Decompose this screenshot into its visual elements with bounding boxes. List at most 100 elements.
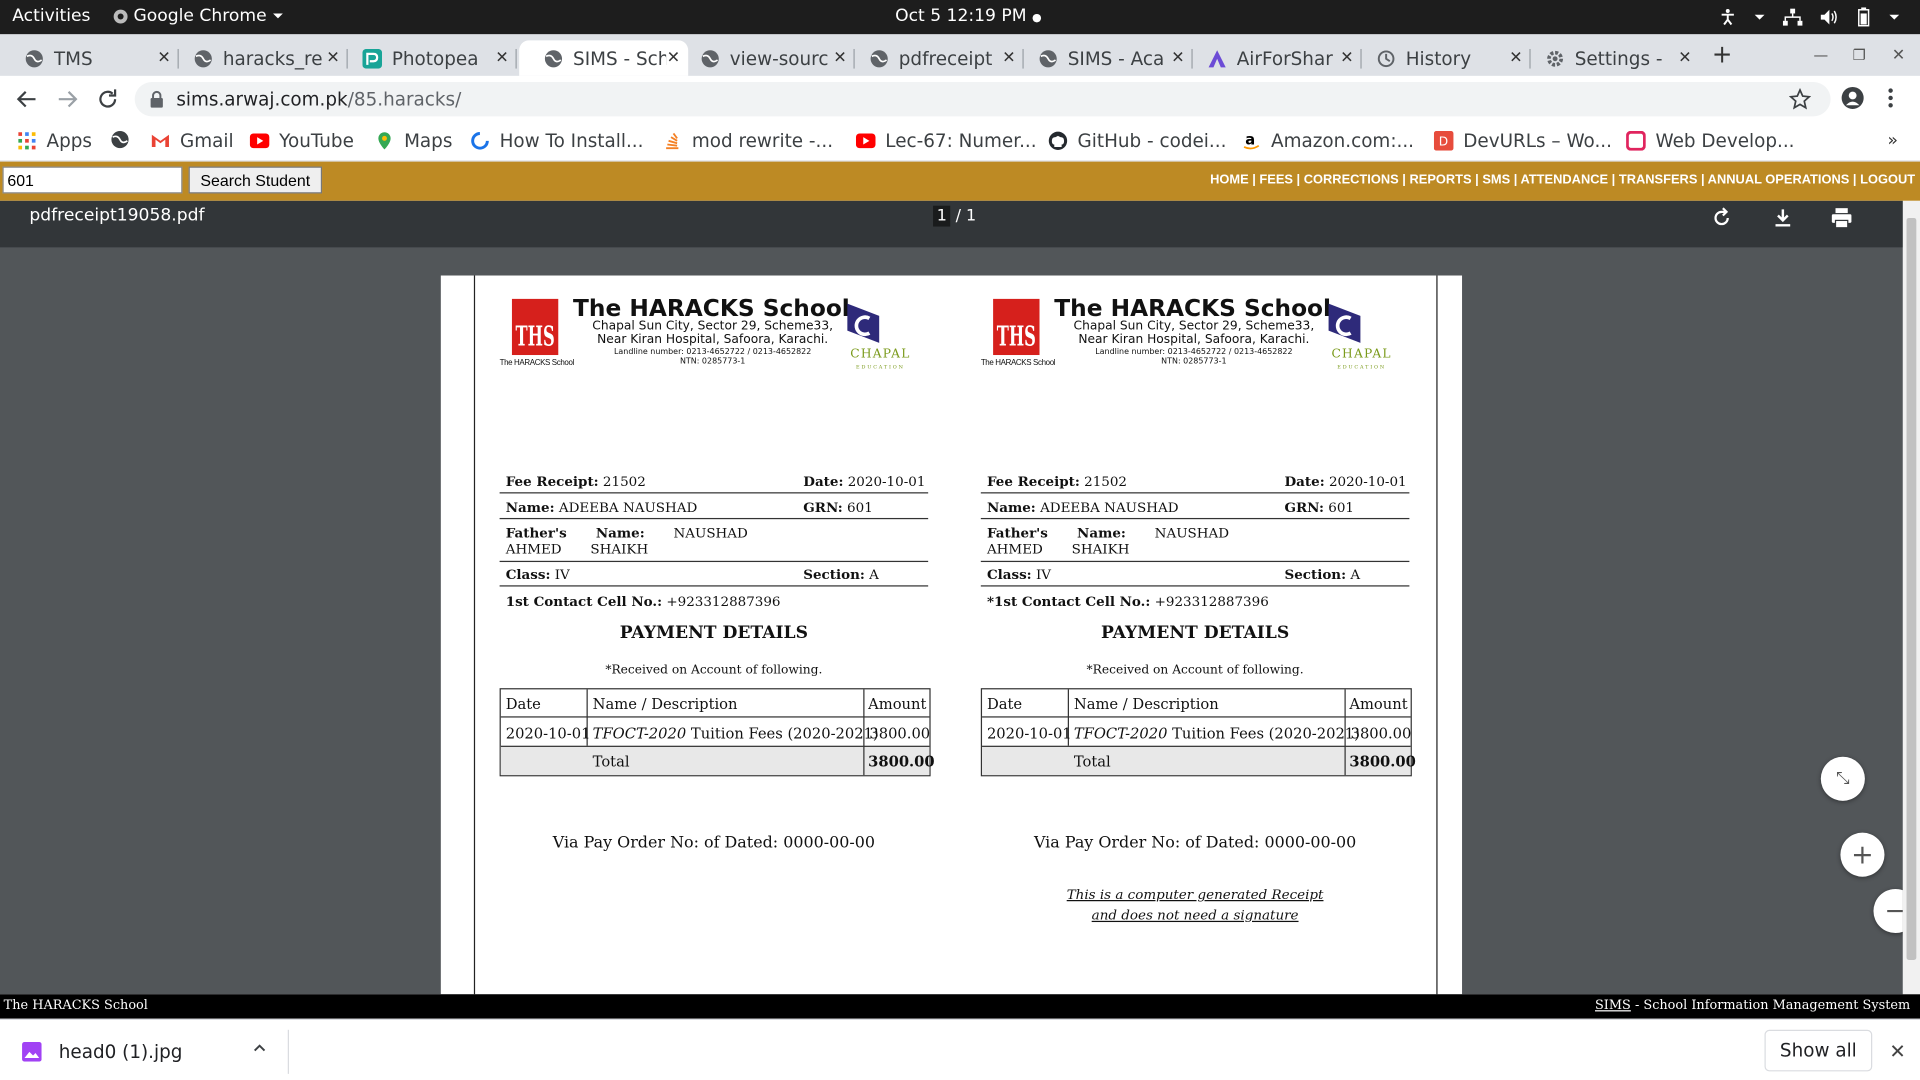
- field-label: Fee Receipt:: [505, 473, 599, 490]
- minimize-button[interactable]: —: [1813, 47, 1828, 64]
- school-contact: Landline number: 0213-4652722 / 0213-465…: [1052, 347, 1336, 367]
- download-item[interactable]: head0 (1).jpg: [22, 1041, 182, 1063]
- close-tab-icon[interactable]: ✕: [495, 49, 510, 67]
- tab-sims-school[interactable]: SIMS - Sch ✕: [519, 40, 689, 76]
- total-amount: 3800.00: [1349, 753, 1416, 771]
- tab-history[interactable]: History ✕: [1352, 40, 1531, 76]
- field-label: Date:: [803, 473, 844, 490]
- total-label: Total: [592, 753, 630, 771]
- amazon-icon: a: [1243, 131, 1260, 150]
- activities-button[interactable]: Activities: [12, 6, 90, 26]
- back-arrow-icon[interactable]: [15, 87, 39, 111]
- table-line: [500, 745, 930, 747]
- bookmark-gmail[interactable]: Gmail: [151, 130, 234, 152]
- apps-grid-icon: [18, 132, 36, 150]
- system-tray[interactable]: [1719, 7, 1900, 27]
- clock[interactable]: Oct 5 12:19 PM ●: [895, 6, 1042, 26]
- search-student-button[interactable]: Search Student: [188, 166, 323, 194]
- site-nav-menu[interactable]: HOME | FEES | CORRECTIONS | REPORTS | SM…: [1210, 173, 1915, 188]
- page-border-right: [1436, 275, 1438, 995]
- kebab-menu-icon[interactable]: [1886, 86, 1896, 110]
- ths-logo-icon: THS: [511, 298, 559, 356]
- close-shelf-icon[interactable]: ✕: [1889, 1040, 1905, 1063]
- clock-text: Oct 5 12:19 PM: [895, 6, 1027, 26]
- receipt-row-fee: Fee Receipt: 21502 Date: 2020-10-01: [499, 470, 929, 494]
- url-domain: sims.arwaj.com.pk: [176, 88, 348, 111]
- show-all-button[interactable]: Show all: [1764, 1029, 1873, 1072]
- pay-order-line: Via Pay Order No: of Dated: 0000-00-00: [552, 833, 876, 853]
- tab-label: pdfreceipt: [898, 47, 993, 70]
- more-bookmarks-chevron-icon[interactable]: »: [1887, 131, 1898, 151]
- footer-school-name: The HARACKS School: [3, 997, 148, 1013]
- zoom-out-button[interactable]: −: [1873, 888, 1903, 934]
- caret-down-icon: [1889, 14, 1900, 20]
- field-label: Class:: [986, 566, 1032, 583]
- vertical-scrollbar[interactable]: [1902, 200, 1920, 995]
- tab-label: Photopea: [391, 47, 479, 70]
- globe-icon: [544, 49, 563, 67]
- bookmark-github[interactable]: GitHub - codei...: [1048, 130, 1226, 152]
- scrollbar-thumb[interactable]: [1906, 217, 1917, 961]
- toolbar: sims.arwaj.com.pk/85.haracks/: [0, 75, 1920, 123]
- install-icon: [471, 132, 489, 150]
- maps-icon: [378, 132, 391, 150]
- total-label: Total: [1073, 753, 1111, 771]
- logo-caption: The HARACKS School: [980, 358, 1056, 368]
- tab-haracks-re[interactable]: haracks_re ✕: [169, 40, 348, 76]
- address-line: Near Kiran Hospital, Safoora, Karachi.: [1078, 333, 1310, 347]
- bookmark-web-develop[interactable]: Web Develop...: [1626, 130, 1795, 152]
- tab-sims-academic[interactable]: SIMS - Aca ✕: [1014, 40, 1193, 76]
- tab-view-source[interactable]: view-sourc ✕: [676, 40, 855, 76]
- bookmark-mod-rewrite[interactable]: mod rewrite -...: [662, 130, 833, 152]
- tab-tms[interactable]: TMS ✕: [0, 40, 179, 76]
- svg-text:D: D: [1439, 135, 1448, 149]
- bookmark-maps[interactable]: Maps: [375, 130, 452, 152]
- address-bar[interactable]: sims.arwaj.com.pk/85.haracks/: [134, 82, 1831, 117]
- restore-button[interactable]: ❐: [1853, 47, 1866, 64]
- app-menu[interactable]: Google Chrome: [113, 6, 284, 26]
- tab-photopea[interactable]: Photopea ✕: [338, 40, 517, 76]
- field-label: Date:: [1284, 473, 1325, 490]
- tab-settings[interactable]: Settings - ✕: [1521, 40, 1700, 76]
- bookmark-star-icon[interactable]: [1788, 88, 1812, 110]
- tab-label: haracks_re: [222, 47, 323, 70]
- tab-pdfreceipt[interactable]: pdfreceipt ✕: [845, 40, 1024, 76]
- fit-to-page-button[interactable]: ⤡: [1820, 756, 1865, 801]
- bookmark-label: GitHub - codei...: [1077, 129, 1227, 152]
- profile-avatar-icon[interactable]: [1840, 86, 1864, 110]
- airforshare-icon: [1208, 49, 1226, 67]
- receipt-copy-right: THS The HARACKS School The HARACKS Schoo…: [980, 276, 1416, 995]
- forward-arrow-icon[interactable]: [55, 87, 79, 111]
- print-icon[interactable]: [1829, 206, 1853, 230]
- url-path: /85.haracks/: [347, 88, 462, 111]
- reload-icon[interactable]: [96, 87, 120, 111]
- payment-details-title: PAYMENT DETAILS: [1100, 623, 1290, 643]
- new-tab-button[interactable]: +: [1712, 39, 1733, 68]
- zoom-in-button[interactable]: +: [1840, 832, 1885, 877]
- bookmark-lec-67[interactable]: Lec-67: Numer...: [855, 129, 1037, 152]
- bookmark-label: Lec-67: Numer...: [885, 129, 1037, 152]
- battery-icon: [1858, 7, 1870, 27]
- app-name: Google Chrome: [133, 6, 267, 26]
- current-page-input[interactable]: 1: [933, 205, 951, 227]
- chevron-up-icon[interactable]: [252, 1041, 267, 1056]
- bookmark-how-to-install[interactable]: How To Install...: [470, 130, 643, 152]
- tab-airforshare[interactable]: AirForShar ✕: [1183, 40, 1362, 76]
- student-search-input[interactable]: [2, 166, 183, 194]
- school-contact: Landline number: 0213-4652722 / 0213-465…: [571, 347, 855, 367]
- download-icon[interactable]: [1771, 206, 1795, 230]
- site-footer: The HARACKS School SIMS - School Informa…: [0, 994, 1920, 1019]
- receipt-row-father: Father's Name: NAUSHAD AHMED SHAIKH: [499, 522, 929, 563]
- close-window-button[interactable]: ✕: [1892, 47, 1905, 65]
- bookmark-amazon[interactable]: a Amazon.com:...: [1242, 130, 1414, 152]
- bookmark-globe[interactable]: [110, 130, 139, 150]
- rotate-icon[interactable]: [1709, 206, 1733, 230]
- bookmark-apps[interactable]: Apps: [17, 130, 92, 152]
- receipt-copy-left: THS The HARACKS School The HARACKS Schoo…: [499, 276, 935, 995]
- field-label: Section:: [1284, 566, 1347, 583]
- sims-link[interactable]: SIMS: [1595, 998, 1631, 1013]
- bookmark-youtube[interactable]: YouTube: [249, 130, 354, 152]
- item-desc: Tuition Fees (2020-2021): [690, 724, 879, 743]
- bookmark-devurls[interactable]: D DevURLs – Wo...: [1433, 130, 1612, 152]
- close-tab-icon[interactable]: ✕: [1678, 49, 1693, 67]
